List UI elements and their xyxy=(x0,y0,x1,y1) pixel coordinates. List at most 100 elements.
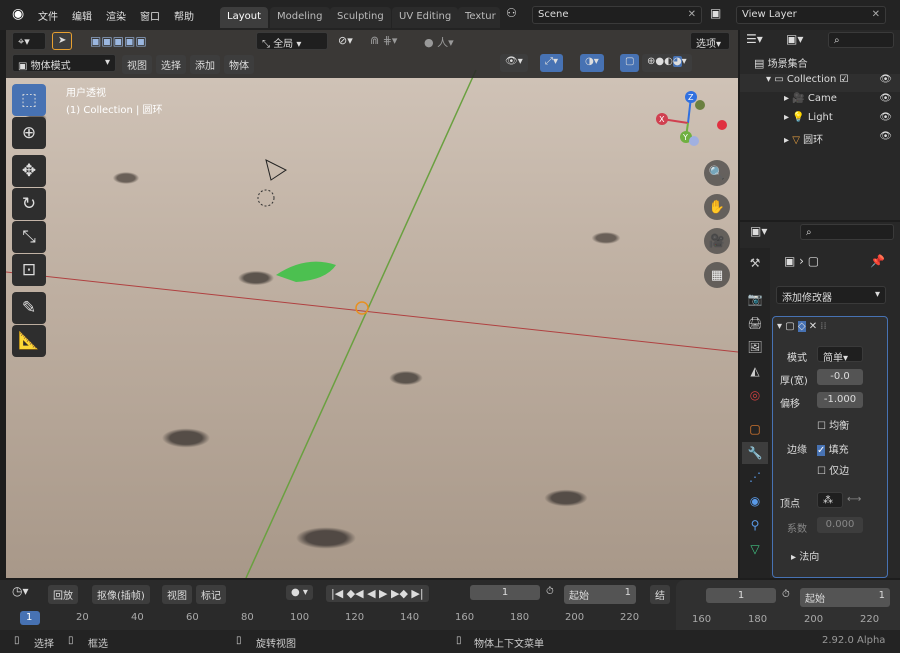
render-tab-icon[interactable]: 📷 xyxy=(742,288,768,310)
current-frame-field[interactable]: 1 xyxy=(470,585,540,600)
camera-view-icon[interactable]: 🎥 xyxy=(704,228,730,254)
blender-logo-icon[interactable]: ◉ xyxy=(12,6,24,22)
scene-icon[interactable]: ⚇ xyxy=(506,6,517,20)
pan-hand-icon[interactable]: ✋ xyxy=(704,194,730,220)
physics-tab-icon[interactable]: ◉ xyxy=(742,490,768,512)
fill-checkbox[interactable]: ✓ 填充 xyxy=(817,441,849,456)
editor-type-button[interactable]: ⌖▾ xyxy=(12,32,46,50)
zoom-icon[interactable]: 🔍 xyxy=(704,160,730,186)
normals-subpanel[interactable]: ▸ 法向 xyxy=(791,548,819,563)
mode-value: 物体模式 xyxy=(30,61,71,72)
perspective-grid-icon[interactable]: ▦ xyxy=(704,262,730,288)
transform-tool[interactable]: ⊡ xyxy=(12,254,46,286)
outliner-item-collection[interactable]: ▾ ▭ Collection ☑ 👁 xyxy=(740,74,900,92)
properties-panel: ▣▾ ⌕ ⚒ 📷 🖨 🖼 ◭ ◎ ▢ 🔧 ⋰ ◉ ⚲ ▽ ▣ › ▢ 📌 添加修… xyxy=(740,222,900,578)
select-tool-button[interactable]: ➤ xyxy=(52,32,72,50)
measure-tool[interactable]: 📐 xyxy=(12,325,46,357)
annotate-tool[interactable]: ✎ xyxy=(12,292,46,324)
world-tab-icon[interactable]: ◎ xyxy=(742,384,768,406)
proportional-edit-icon[interactable]: ● 人▾ xyxy=(424,34,454,50)
output-tab-icon[interactable]: 🖨 xyxy=(742,312,768,334)
menu-add[interactable]: 添加 xyxy=(190,55,220,74)
factor-field[interactable]: 0.000 xyxy=(817,517,863,533)
scale-tool[interactable]: ⤡ xyxy=(12,221,46,253)
shading-modes[interactable]: ⊕●◐◕▾ xyxy=(642,54,692,72)
menu-window[interactable]: 窗口 xyxy=(140,8,160,23)
scene-field[interactable]: Scene ✕ xyxy=(532,6,702,24)
data-tab-icon[interactable]: ▽ xyxy=(742,538,768,560)
mode-dropdown[interactable]: 简单▾ xyxy=(817,346,863,364)
pin-icon[interactable]: 📌 xyxy=(870,254,885,268)
only-rim-label: 仅边 xyxy=(829,466,850,477)
even-label: 均衡 xyxy=(829,421,850,432)
properties-search[interactable]: ⌕ xyxy=(800,224,894,240)
xray-toggle-icon[interactable]: ▢ xyxy=(620,54,640,72)
menu-object[interactable]: 物体 xyxy=(224,55,254,74)
outliner-item-light[interactable]: ▸ 💡 Light 👁 xyxy=(740,112,900,130)
menu-view[interactable]: 视图 xyxy=(162,585,192,604)
thickness-field[interactable]: -0.0 xyxy=(817,369,863,385)
view-layer-field[interactable]: View Layer ✕ xyxy=(736,6,886,24)
object-tab-icon[interactable]: ▢ xyxy=(742,418,768,440)
light-object xyxy=(257,189,275,207)
overlay-start-field[interactable]: 起始 1 xyxy=(800,588,890,607)
menu-view[interactable]: 视图 xyxy=(122,55,152,74)
options-dropdown[interactable]: 选项▾ xyxy=(690,32,730,50)
overlay-frame-field[interactable]: 1 xyxy=(706,588,776,603)
tab-sculpting[interactable]: Sculpting xyxy=(330,7,391,28)
outliner-search[interactable]: ⌕ xyxy=(828,32,894,48)
particles-tab-icon[interactable]: ⋰ xyxy=(742,466,768,488)
add-modifier-dropdown[interactable]: 添加修改器 ▾ xyxy=(776,286,886,304)
visibility-icon[interactable]: 👁▾ xyxy=(500,54,528,72)
tab-texture[interactable]: Textur xyxy=(458,7,500,28)
menu-select[interactable]: 选择 xyxy=(156,55,186,74)
move-tool[interactable]: ✥ xyxy=(12,155,46,187)
properties-editor-icon[interactable]: ▣▾ xyxy=(750,224,767,238)
menu-help[interactable]: 帮助 xyxy=(174,8,194,23)
3d-viewport[interactable]: ⌖▾ ➤ ▣▣▣▣▣ ⤡ 全局 ▾ ⊘▾ ⋒ ⋕▾ ● 人▾ 选项▾ ▣ 物体模… xyxy=(6,30,738,578)
menu-marker[interactable]: 标记 xyxy=(196,585,226,604)
snap-icon[interactable]: ⋒ ⋕▾ xyxy=(370,34,397,47)
vertex-group-field[interactable]: ⁂ xyxy=(817,492,843,508)
transform-orientation-dropdown[interactable]: ⤡ 全局 ▾ xyxy=(256,32,328,50)
start-frame-field[interactable]: 起始 1 xyxy=(564,585,636,604)
timeline-editor-icon[interactable]: ◷▾ xyxy=(12,584,29,598)
tab-layout[interactable]: Layout xyxy=(220,7,268,28)
stopwatch-icon[interactable]: ⏱ xyxy=(546,586,554,597)
mode-dropdown[interactable]: ▣ 物体模式 ▾ xyxy=(12,54,116,72)
outliner-root[interactable]: ▤ 场景集合 xyxy=(740,55,900,73)
menu-file[interactable]: 文件 xyxy=(38,8,58,23)
outliner-item-camera[interactable]: ▸ 🎥 Came 👁 xyxy=(740,93,900,111)
constraints-tab-icon[interactable]: ⚲ xyxy=(742,514,768,536)
overlay-toggle-icon[interactable]: ◑▾ xyxy=(580,54,604,72)
tab-modeling[interactable]: Modeling xyxy=(270,7,330,28)
modifier-header[interactable]: ▾ ▢ ◇ ✕ ⁞⁞ xyxy=(777,321,827,332)
display-mode-icon[interactable]: ▣▾ xyxy=(786,32,803,46)
offset-field[interactable]: -1.000 xyxy=(817,392,863,408)
select-mode-icons[interactable]: ▣▣▣▣▣ xyxy=(90,34,147,48)
end-frame-field[interactable]: 结 xyxy=(650,585,670,604)
playback-controls[interactable]: |◀ ◆◀ ◀ ▶ ▶◆ ▶| xyxy=(326,585,429,602)
only-rim-checkbox[interactable]: ☐ 仅边 xyxy=(817,462,849,477)
navigation-gizmo[interactable]: Z X Y xyxy=(646,85,736,155)
invert-icon[interactable]: ⟷ xyxy=(847,494,861,505)
scene-tab-icon[interactable]: ◭ xyxy=(742,360,768,382)
menu-edit[interactable]: 编辑 xyxy=(72,8,92,23)
view-layer-icon[interactable]: ▣ xyxy=(710,6,721,20)
menu-keying[interactable]: 抠像(插帧) xyxy=(92,585,150,604)
outliner-editor-icon[interactable]: ☰▾ xyxy=(746,32,763,46)
menu-playback[interactable]: 回放 xyxy=(48,585,78,604)
tab-uv-editing[interactable]: UV Editing xyxy=(392,7,459,28)
cursor-tool[interactable]: ⊕ xyxy=(12,117,46,149)
tool-tab-icon[interactable]: ⚒ xyxy=(742,252,768,274)
outliner-item-mesh[interactable]: ▸ ▽ 圆环 👁 xyxy=(740,131,900,149)
rotate-tool[interactable]: ↻ xyxy=(12,188,46,220)
menu-render[interactable]: 渲染 xyxy=(106,8,126,23)
gizmo-toggle-icon[interactable]: ⤢▾ xyxy=(540,54,564,72)
pivot-icon[interactable]: ⊘▾ xyxy=(338,34,353,47)
even-checkbox[interactable]: ☐ 均衡 xyxy=(817,417,849,432)
modifier-tab-icon[interactable]: 🔧 xyxy=(742,442,768,464)
select-box-tool[interactable]: ⬚ xyxy=(12,84,46,116)
view-layer-tab-icon[interactable]: 🖼 xyxy=(742,336,768,358)
record-button[interactable]: ● ▾ xyxy=(286,585,313,600)
